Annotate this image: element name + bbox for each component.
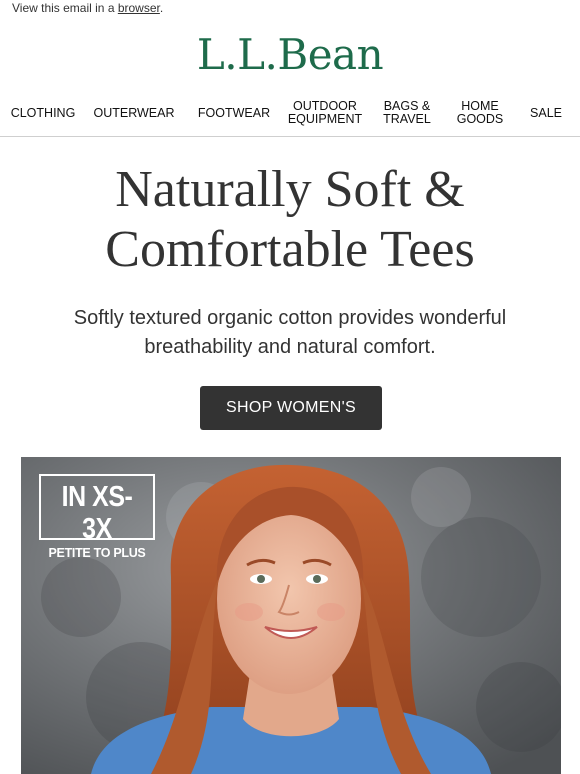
shop-womens-button[interactable]: SHOP WOMEN'S xyxy=(200,386,382,430)
brand-logo[interactable]: L.L.Bean xyxy=(0,30,580,79)
badge-fit-range: PETITE TO PLUS xyxy=(48,546,146,560)
preheader-text: View this email in a xyxy=(12,1,118,15)
preheader: View this email in a browser. xyxy=(12,1,163,15)
headline-line1: Naturally Soft & xyxy=(115,161,465,218)
page-headline: Naturally Soft & Comfortable Tees xyxy=(0,160,580,280)
nav-item-footwear[interactable]: FOOTWEAR xyxy=(193,97,275,129)
headline-line2: Comfortable Tees xyxy=(105,221,475,278)
nav-label-line1: OUTDOOR xyxy=(293,99,357,113)
nav-item-outdoor-equipment[interactable]: OUTDOOR EQUIPMENT xyxy=(284,97,366,129)
subcopy: Softly textured organic cotton provides … xyxy=(73,307,507,358)
hero-image[interactable]: IN XS-3X PETITE TO PLUS xyxy=(21,457,561,774)
nav-label-line1: BAGS & xyxy=(383,99,431,113)
nav-item-label: BAGS & TRAVEL xyxy=(383,100,431,126)
nav-item-label: OUTDOOR EQUIPMENT xyxy=(288,100,362,126)
nav-item-sale[interactable]: SALE xyxy=(522,97,570,129)
nav-item-clothing[interactable]: CLOTHING xyxy=(4,97,82,129)
nav-item-bags-travel[interactable]: BAGS & TRAVEL xyxy=(373,97,441,129)
view-in-browser-link[interactable]: browser xyxy=(118,1,160,15)
nav-label-line1: HOME xyxy=(461,99,499,113)
nav-item-home-goods[interactable]: HOME GOODS xyxy=(448,97,512,129)
badge-size-range: IN XS-3X xyxy=(61,481,133,545)
nav-label-line2: EQUIPMENT xyxy=(287,112,363,126)
nav-item-outerwear[interactable]: OUTERWEAR xyxy=(90,97,178,129)
nav-label-line2: TRAVEL xyxy=(383,112,431,126)
size-range-badge: IN XS-3X PETITE TO PLUS xyxy=(39,474,155,560)
preheader-suffix: . xyxy=(159,1,164,15)
main-nav: CLOTHING OUTERWEAR FOOTWEAR OUTDOOR EQUIP… xyxy=(0,97,580,137)
nav-label-line2: GOODS xyxy=(456,112,504,126)
nav-item-label: HOME GOODS xyxy=(457,100,504,126)
